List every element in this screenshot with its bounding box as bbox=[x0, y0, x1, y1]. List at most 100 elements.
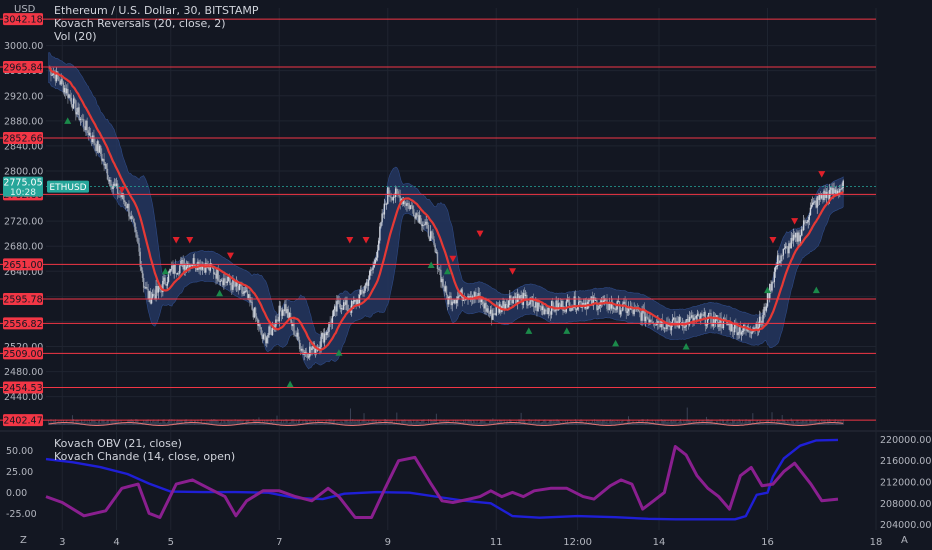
y-tick-label: 2920.00 bbox=[4, 91, 43, 102]
candle-body bbox=[378, 240, 380, 251]
candle-body bbox=[168, 270, 171, 273]
volume-bar bbox=[88, 420, 90, 425]
candle-body bbox=[804, 220, 806, 222]
volume-bar bbox=[611, 421, 613, 425]
volume-bar bbox=[93, 420, 95, 425]
auto-scale-icon[interactable]: A bbox=[901, 535, 908, 546]
trading-chart[interactable]: 345791112:001416182440.002480.002520.002… bbox=[0, 0, 932, 550]
candle-body bbox=[574, 296, 577, 310]
candle-body bbox=[363, 290, 365, 294]
candle-body bbox=[61, 79, 63, 83]
volume-bar bbox=[114, 419, 116, 425]
volume-bar bbox=[482, 419, 484, 425]
volume-bar bbox=[95, 421, 97, 425]
bar-countdown: 10:28 bbox=[10, 188, 36, 198]
chart-canvas[interactable]: 345791112:001416182440.002480.002520.002… bbox=[0, 0, 932, 550]
candle-body bbox=[727, 324, 729, 326]
candle-body bbox=[442, 278, 444, 287]
candle-body bbox=[229, 282, 232, 286]
candle-body bbox=[138, 243, 140, 252]
candle-body bbox=[424, 223, 426, 226]
candle-body bbox=[298, 339, 301, 350]
volume-bar bbox=[473, 420, 475, 425]
candle-body bbox=[775, 265, 778, 267]
volume-bar bbox=[794, 422, 796, 425]
volume-bar bbox=[573, 422, 575, 425]
volume-bar bbox=[661, 420, 663, 425]
volume-bar bbox=[206, 420, 208, 425]
candle-body bbox=[647, 317, 649, 319]
candle-body bbox=[606, 299, 608, 309]
candle-body bbox=[249, 294, 251, 302]
candle-body bbox=[93, 135, 95, 144]
candle-body bbox=[255, 316, 258, 319]
candle-body bbox=[74, 98, 76, 101]
zoom-toggle-icon[interactable]: Z bbox=[20, 535, 27, 546]
candle-body bbox=[571, 308, 573, 311]
candle-body bbox=[457, 296, 459, 301]
volume-bar bbox=[551, 420, 553, 425]
indicator-volume[interactable]: Vol (20) bbox=[54, 30, 259, 43]
candle-body bbox=[597, 308, 599, 310]
volume-bar bbox=[752, 413, 754, 425]
level-label: 3042.18 bbox=[3, 15, 42, 26]
volume-bar bbox=[417, 421, 419, 425]
obv-tick-label: 216000.00 bbox=[880, 456, 931, 467]
volume-bar bbox=[287, 422, 289, 425]
candle-body bbox=[385, 203, 388, 205]
volume-bar bbox=[805, 420, 807, 425]
candle-body bbox=[404, 200, 406, 204]
volume-bar bbox=[605, 421, 607, 425]
volume-bar bbox=[218, 422, 220, 425]
volume-bar bbox=[802, 420, 804, 425]
volume-bar bbox=[224, 421, 226, 425]
volume-bar bbox=[600, 421, 602, 425]
volume-bar bbox=[371, 420, 373, 425]
volume-bar bbox=[412, 422, 414, 425]
volume-bar bbox=[668, 422, 670, 425]
candle-body bbox=[782, 248, 785, 256]
candle-body bbox=[131, 216, 134, 220]
candle-body bbox=[179, 265, 181, 274]
volume-bar bbox=[232, 421, 234, 425]
candle-body bbox=[132, 219, 135, 222]
volume-bar bbox=[154, 421, 156, 425]
volume-bar bbox=[449, 422, 451, 425]
candle-body bbox=[266, 337, 268, 344]
volume-bar bbox=[663, 420, 665, 425]
volume-bar bbox=[229, 421, 231, 425]
candle-body bbox=[431, 231, 433, 233]
indicator-kovach-obv[interactable]: Kovach OBV (21, close) bbox=[54, 437, 235, 450]
obv-tick-label: 212000.00 bbox=[880, 478, 931, 489]
volume-bar bbox=[288, 422, 290, 425]
candle-body bbox=[141, 270, 144, 278]
volume-bar bbox=[92, 420, 94, 425]
candle-body bbox=[332, 309, 335, 317]
chande-tick-label: 0.00 bbox=[6, 488, 27, 499]
volume-bar bbox=[500, 420, 502, 425]
indicator-kovach-reversals[interactable]: Kovach Reversals (20, close, 2) bbox=[54, 17, 259, 30]
volume-bar bbox=[245, 420, 247, 425]
symbol-title[interactable]: Ethereum / U.S. Dollar, 30, BITSTAMP bbox=[54, 4, 259, 17]
volume-bar bbox=[345, 420, 347, 425]
volume-bar bbox=[180, 420, 182, 425]
candle-body bbox=[105, 163, 108, 169]
candle-body bbox=[432, 232, 434, 240]
candle-body bbox=[226, 281, 228, 284]
chande-tick-label: -25.00 bbox=[6, 509, 37, 520]
candle-body bbox=[495, 306, 497, 316]
candle-body bbox=[810, 204, 813, 208]
volume-bar bbox=[126, 422, 128, 425]
candle-body bbox=[783, 248, 786, 249]
volume-bar bbox=[67, 422, 69, 425]
candle-body bbox=[70, 97, 73, 105]
volume-bar bbox=[156, 420, 158, 425]
volume-bar bbox=[75, 420, 77, 425]
candle-body bbox=[224, 278, 226, 282]
indicator-kovach-chande[interactable]: Kovach Chande (14, close, open) bbox=[54, 450, 235, 463]
candle-body bbox=[123, 200, 126, 203]
volume-bar bbox=[353, 421, 355, 425]
volume-bar bbox=[158, 422, 160, 425]
y-tick-label: 2720.00 bbox=[4, 217, 43, 228]
volume-bar bbox=[705, 416, 707, 425]
